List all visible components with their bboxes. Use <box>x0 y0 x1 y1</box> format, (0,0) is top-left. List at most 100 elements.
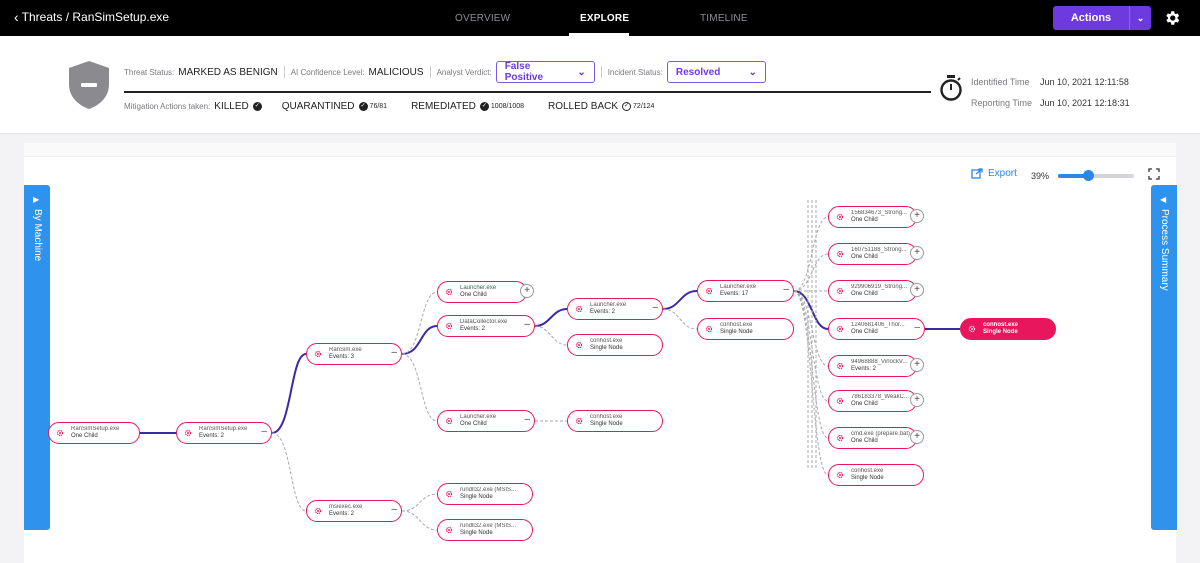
process-node[interactable]: RanSimSetup.exe One Child <box>48 422 140 444</box>
process-node[interactable]: 786183378_WeakC... One Child + <box>828 390 924 412</box>
stopwatch-icon <box>940 75 962 101</box>
node-subtitle: Events: 3 <box>329 354 355 360</box>
process-gear-icon <box>836 213 844 221</box>
identified-time-value: Jun 10, 2021 12:11:58 <box>1040 76 1129 87</box>
process-node[interactable]: Launcher.exe One Child – <box>437 410 535 432</box>
chevron-down-icon: ⌄ <box>577 66 586 78</box>
node-name: RanSim.exe <box>329 347 362 353</box>
node-name: Launcher.exe <box>460 414 497 420</box>
node-text: Launcher.exe One Child <box>460 285 496 299</box>
process-gear-icon <box>445 417 453 425</box>
expand-plus-icon[interactable]: + <box>520 284 534 298</box>
node-subtitle: One Child <box>851 217 878 223</box>
process-node[interactable]: RanSimSetup.exe Events: 2 – <box>176 422 272 444</box>
process-node[interactable]: msiexec.exe Events: 2 – <box>306 500 402 522</box>
expand-plus-icon[interactable]: + <box>910 283 924 297</box>
collapse-icon[interactable]: – <box>261 426 267 437</box>
tab-explore[interactable]: EXPLORE <box>580 13 629 24</box>
node-text: rundll32.exe (MSIS... Single Node <box>460 487 516 501</box>
collapse-icon[interactable]: – <box>391 347 397 358</box>
process-node[interactable]: Launcher.exe Events: 17 – <box>697 280 794 302</box>
collapse-icon[interactable]: – <box>914 322 920 333</box>
node-subtitle: One Child <box>851 438 878 444</box>
process-node[interactable]: conhost.exe Single Node <box>567 410 663 432</box>
process-gear-icon <box>705 325 713 333</box>
by-machine-label: By Machine <box>32 209 43 262</box>
node-text: conhost.exe Single Node <box>590 338 623 352</box>
process-node[interactable]: 94968888_VirlockV... Events: 2 + <box>828 355 924 377</box>
collapse-icon[interactable]: – <box>652 302 658 313</box>
process-gear-icon <box>836 397 844 405</box>
analyst-verdict-dropdown[interactable]: False Positive ⌄ <box>495 61 595 83</box>
zoom-slider[interactable] <box>1058 170 1134 181</box>
node-name: DataCollector.exe <box>460 319 508 325</box>
process-node[interactable]: conhost.exe Single Node <box>828 464 924 486</box>
mitigation-row: Mitigation Actions taken: KILLED ✓ QUARA… <box>124 99 654 113</box>
process-node[interactable]: rundll32.exe (MSIS... Single Node <box>437 519 533 541</box>
remediated-count: 1008/1008 <box>490 102 524 110</box>
breadcrumb-label: Threats / RanSimSetup.exe <box>21 10 170 24</box>
process-node[interactable]: 160751188_Strong... One Child + <box>828 243 924 265</box>
back-breadcrumb[interactable]: ‹ Threats / RanSimSetup.exe <box>14 10 169 24</box>
node-text: conhost.exe Single Node <box>590 414 623 428</box>
check-icon: ✓ <box>358 101 368 111</box>
divider <box>283 66 285 78</box>
process-node[interactable]: rundll32.exe (MSIS... Single Node <box>437 483 533 505</box>
tab-overview[interactable]: OVERVIEW <box>455 13 510 24</box>
process-summary-panel-toggle[interactable]: ◀ Process Summary <box>1151 185 1177 530</box>
node-text: conhost.exe Single Node <box>720 322 753 336</box>
gear-icon[interactable] <box>1163 9 1181 27</box>
threat-status-label: Threat Status: <box>124 67 175 77</box>
node-name: conhost.exe <box>720 322 753 328</box>
node-text: conhost.exe Single Node <box>851 468 884 482</box>
threat-info-header: Threat Status: MARKED AS BENIGN AI Confi… <box>0 36 1200 134</box>
node-text: 929906919_Strong... One Child <box>851 284 907 298</box>
actions-button[interactable]: Actions ⌄ <box>1053 6 1151 30</box>
process-node[interactable]: DataCollector.exe Events: 2 – <box>437 315 535 337</box>
process-node[interactable]: 929906919_Strong... One Child + <box>828 280 924 302</box>
chevron-down-icon[interactable]: ⌄ <box>1130 13 1151 24</box>
threat-status-value: MARKED AS BENIGN <box>178 66 278 78</box>
process-node[interactable]: Launcher.exe One Child + <box>437 281 534 303</box>
process-node[interactable]: RanSim.exe Events: 3 – <box>306 343 402 365</box>
export-button[interactable]: Export <box>971 168 1017 179</box>
fullscreen-icon[interactable] <box>1148 168 1160 180</box>
process-gear-icon <box>705 287 713 295</box>
process-node[interactable]: 156834673_Strong... One Child + <box>828 206 924 228</box>
expand-plus-icon[interactable]: + <box>910 209 924 223</box>
incident-status-dropdown[interactable]: Resolved ⌄ <box>666 61 766 83</box>
by-machine-panel-toggle[interactable]: ▶ By Machine <box>24 185 50 530</box>
node-text: 786183378_WeakC... One Child <box>851 394 909 408</box>
process-node-selected[interactable]: conhost.exe Single Node <box>960 318 1056 340</box>
collapse-icon[interactable]: – <box>391 504 397 515</box>
collapse-icon[interactable]: – <box>524 414 530 425</box>
node-subtitle: One Child <box>460 421 487 427</box>
collapse-icon[interactable]: – <box>524 319 530 330</box>
node-subtitle: Single Node <box>460 530 493 536</box>
mitigation-label: Mitigation Actions taken: <box>124 101 211 111</box>
process-gear-icon <box>836 471 844 479</box>
node-text: Launcher.exe Events: 17 <box>720 284 756 298</box>
process-node[interactable]: conhost.exe Single Node <box>567 334 663 356</box>
process-node[interactable]: 1240681406_Thor... One Child – <box>828 318 925 340</box>
node-text: 94968888_VirlockV... Events: 2 <box>851 359 907 373</box>
actions-label: Actions <box>1070 12 1112 24</box>
check-outline-icon: ✓ <box>622 101 632 111</box>
node-text: Launcher.exe Events: 2 <box>590 302 626 316</box>
expand-plus-icon[interactable]: + <box>910 430 924 444</box>
expand-plus-icon[interactable]: + <box>910 358 924 372</box>
collapse-icon[interactable]: – <box>783 284 789 295</box>
node-name: Launcher.exe <box>590 302 627 308</box>
node-subtitle: Single Node <box>851 475 884 481</box>
caret-right-icon: ▶ <box>33 195 40 204</box>
remediated-label: REMEDIATED <box>411 100 476 112</box>
node-name: conhost.exe <box>983 322 1019 328</box>
reporting-time-label: Reporting Time <box>971 97 1033 108</box>
process-node[interactable]: Launcher.exe Events: 2 – <box>567 298 663 320</box>
process-node[interactable]: conhost.exe Single Node <box>697 318 794 340</box>
expand-plus-icon[interactable]: + <box>910 393 924 407</box>
process-node[interactable]: cmd.exe (prepare.bat) One Child + <box>828 427 924 449</box>
zoom-slider-handle[interactable] <box>1082 170 1094 181</box>
tab-timeline[interactable]: TIMELINE <box>700 13 748 24</box>
expand-plus-icon[interactable]: + <box>910 246 924 260</box>
